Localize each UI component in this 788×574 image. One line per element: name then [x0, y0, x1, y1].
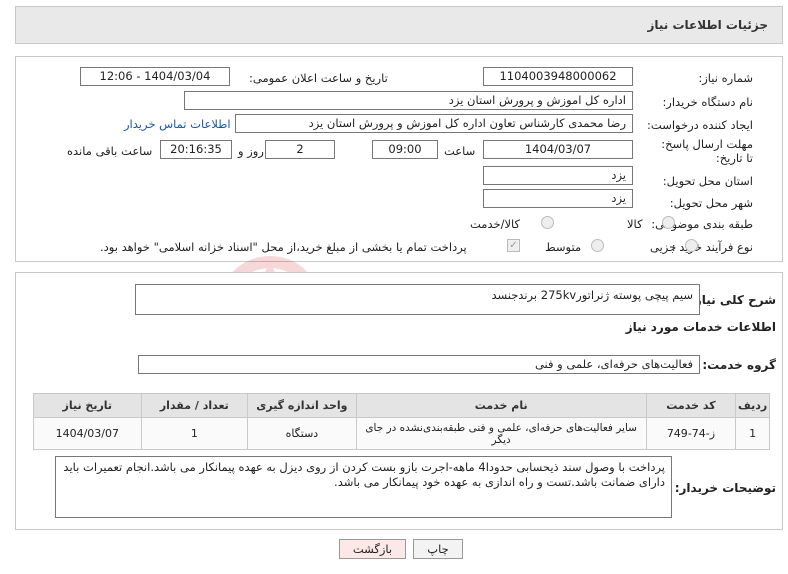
services-table: ردیف کد خدمت نام خدمت واحد اندازه گیری ت… — [33, 393, 770, 450]
city-field[interactable]: یزد — [483, 189, 633, 208]
purchase-minor-radio[interactable] — [685, 239, 698, 252]
purchase-minor-label: جزیی — [650, 240, 677, 254]
col-name: نام خدمت — [355, 393, 647, 418]
col-quantity: تعداد / مقدار — [140, 393, 249, 418]
service-group-label: گروه خدمت: — [702, 358, 776, 372]
buyer-org-label: نام دستگاه خریدار: — [662, 95, 753, 109]
remaining-label: ساعت باقی مانده — [67, 144, 153, 158]
deadline-label: مهلت ارسال پاسخ: تا تاریخ: — [661, 137, 753, 165]
cell-name: سایر فعالیت‌های حرفه‌ای، علمی و فنی طبقه… — [355, 417, 647, 450]
category-goods-service-radio[interactable] — [541, 216, 554, 229]
purchase-medium-label: متوسط — [545, 240, 582, 254]
buyer-org-field[interactable]: اداره کل اموزش و پرورش استان یزد — [184, 91, 633, 110]
col-unit: واحد اندازه گیری — [247, 393, 357, 418]
cell-code: ز-74-749 — [645, 417, 737, 450]
days-label: روز و — [238, 144, 264, 158]
category-goods-service-label: کالا/خدمت — [470, 217, 521, 231]
need-number-field[interactable]: 1104003948000062 — [483, 67, 633, 86]
deadline-time-field[interactable]: 09:00 — [372, 140, 438, 159]
print-button[interactable]: چاپ — [413, 539, 463, 559]
summary-field[interactable]: سیم پیچی پوسته ژنراتور275kv برندجنسد — [135, 284, 700, 315]
contact-buyer-link[interactable]: اطلاعات تماس خریدار — [124, 117, 231, 131]
category-goods-radio[interactable] — [662, 216, 675, 229]
col-code: کد خدمت — [645, 393, 737, 418]
time-label: ساعت — [444, 144, 476, 158]
purchase-type-label: نوع فرآیند خرید : — [671, 240, 753, 254]
table-header-row: ردیف کد خدمت نام خدمت واحد اندازه گیری ت… — [33, 393, 770, 418]
category-goods-label: کالا — [627, 217, 643, 231]
purchase-medium-radio[interactable] — [591, 239, 604, 252]
cell-unit: دستگاه — [247, 417, 357, 450]
services-title: اطلاعات خدمات مورد نیاز — [625, 320, 776, 334]
col-date: تاریخ نیاز — [33, 393, 142, 418]
summary-label: شرح کلی نیاز: — [690, 293, 776, 307]
cell-row: 1 — [735, 417, 770, 450]
cell-quantity: 1 — [140, 417, 249, 450]
col-row: ردیف — [735, 393, 770, 418]
creator-field[interactable]: رضا محمدی کارشناس تعاون اداره کل اموزش و… — [235, 114, 633, 133]
creator-label: ایجاد کننده درخواست: — [647, 118, 753, 132]
province-label: استان محل تحویل: — [662, 174, 753, 188]
payment-note: پرداخت تمام یا بخشی از مبلغ خرید،از محل … — [100, 240, 467, 254]
buyer-notes-label: توضیحات خریدار: — [674, 481, 776, 495]
back-button[interactable]: بازگشت — [339, 539, 406, 559]
payment-checkbox[interactable]: ✓ — [507, 239, 520, 252]
buyer-notes-field[interactable]: پرداخت با وصول سند ذیحسابی حدودا4 ماهه-ا… — [55, 456, 672, 518]
table-row[interactable]: 1 ز-74-749 سایر فعالیت‌های حرفه‌ای، علمی… — [33, 417, 770, 450]
deadline-date-field[interactable]: 1404/03/07 — [483, 140, 633, 159]
province-field[interactable]: یزد — [483, 166, 633, 185]
need-number-label: شماره نیاز: — [698, 71, 753, 85]
panel-header: جزئیات اطلاعات نیاز — [15, 6, 783, 44]
service-group-field[interactable]: فعالیت‌های حرفه‌ای، علمی و فنی — [138, 355, 700, 374]
announce-label: تاریخ و ساعت اعلان عمومی: — [249, 71, 388, 85]
page-title: جزئیات اطلاعات نیاز — [647, 18, 768, 32]
remaining-time-field[interactable]: 20:16:35 — [160, 140, 232, 159]
cell-date: 1404/03/07 — [33, 417, 142, 450]
days-field[interactable]: 2 — [265, 140, 335, 159]
announce-field[interactable]: 1404/03/04 - 12:06 — [80, 67, 230, 86]
city-label: شهر محل تحویل: — [669, 196, 753, 210]
